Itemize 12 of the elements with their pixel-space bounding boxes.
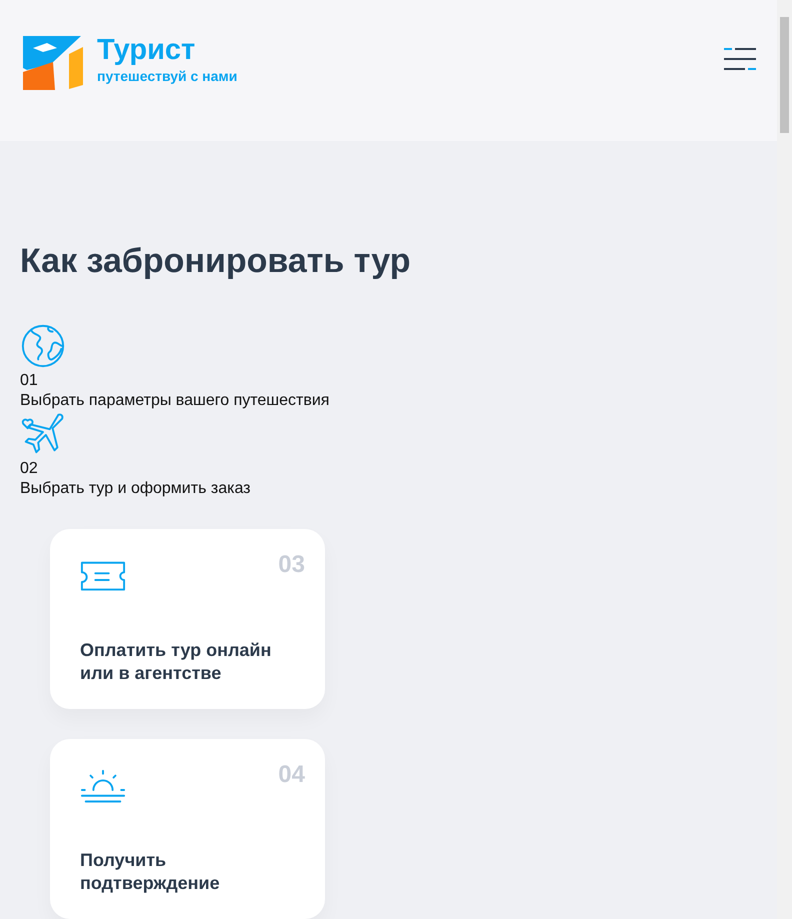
logo-tagline: путешествуй с нами	[97, 67, 238, 86]
step-text: Получить подтверждение	[80, 849, 221, 895]
step-text: Оплатить тур онлайн или в агентстве	[80, 639, 272, 685]
step-text: Выбрать тур и оформить заказ	[20, 479, 250, 499]
section-heading: Как забронировать тур	[20, 241, 412, 281]
globe-icon	[20, 323, 66, 369]
logo-title: Турист	[97, 34, 196, 66]
step-number: 01	[20, 371, 38, 391]
menu-button[interactable]	[724, 47, 756, 71]
scrollbar-thumb[interactable]	[780, 17, 789, 133]
step-text: Выбрать параметры вашего путешествия	[20, 391, 330, 411]
step-number: 02	[20, 459, 38, 479]
